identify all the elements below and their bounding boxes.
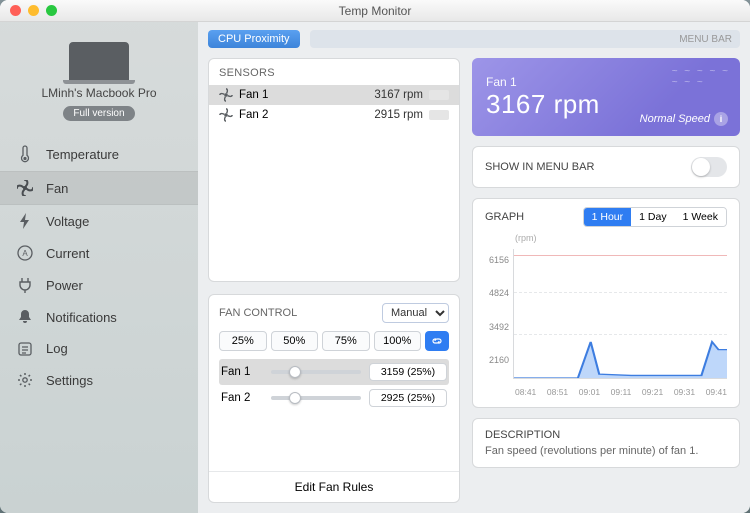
sidebar-item-label: Notifications	[46, 310, 117, 325]
sensor-value: 2915 rpm	[353, 109, 423, 121]
sensor-name: Fan 2	[239, 109, 347, 121]
graph-line	[514, 249, 727, 378]
show-in-menubar-row: SHOW IN MENU BAR	[472, 146, 740, 188]
menubar-strip-label[interactable]: MENU BAR	[679, 34, 732, 45]
sidebar-item-label: Temperature	[46, 147, 119, 162]
fan-mode-select[interactable]: Manual	[382, 303, 449, 323]
plug-icon	[16, 277, 34, 293]
fan-row-name: Fan 2	[221, 392, 263, 404]
sensor-value: 3167 rpm	[353, 89, 423, 101]
bell-icon	[16, 309, 34, 325]
log-icon	[16, 342, 34, 356]
sidebar-item-current[interactable]: A Current	[0, 237, 198, 269]
range-tabs: 1 Hour 1 Day 1 Week	[583, 207, 727, 227]
description-text: Fan speed (revolutions per minute) of fa…	[485, 445, 727, 457]
svg-text:A: A	[22, 249, 28, 258]
x-axis: 08:41 08:51 09:01 09:11 09:21 09:31 09:4…	[485, 385, 727, 397]
sidebar-item-label: Fan	[46, 181, 68, 196]
device-name: LMinh's Macbook Pro	[41, 86, 156, 100]
preset-button[interactable]: 100%	[374, 331, 422, 351]
fan-control-panel: FAN CONTROL Manual 25% 50% 75% 100%	[208, 294, 460, 503]
sensor-bar	[429, 90, 449, 100]
titlebar: Temp Monitor	[0, 0, 750, 22]
sidebar-item-fan[interactable]: Fan	[0, 171, 198, 205]
gear-icon	[16, 372, 34, 388]
sidebar-item-power[interactable]: Power	[0, 269, 198, 301]
preset-button[interactable]: 25%	[219, 331, 267, 351]
bolt-icon	[16, 213, 34, 229]
description-panel: DESCRIPTION Fan speed (revolutions per m…	[472, 418, 740, 468]
sensor-name: Fan 1	[239, 89, 347, 101]
fan-row-name: Fan 1	[221, 366, 263, 378]
device-block: LMinh's Macbook Pro Full version	[0, 42, 198, 137]
preset-row: 25% 50% 75% 100%	[219, 331, 449, 351]
amp-icon: A	[16, 245, 34, 261]
version-badge: Full version	[63, 106, 134, 121]
range-tab[interactable]: 1 Day	[631, 208, 674, 226]
fan-slider[interactable]	[271, 396, 361, 400]
info-icon[interactable]: i	[714, 112, 728, 126]
edit-fan-rules-button[interactable]: Edit Fan Rules	[209, 471, 459, 502]
graph-heading: GRAPH	[485, 211, 524, 223]
range-tab[interactable]: 1 Week	[675, 208, 726, 226]
preset-button[interactable]: 50%	[271, 331, 319, 351]
graph-panel: GRAPH 1 Hour 1 Day 1 Week (rpm) 6156	[472, 198, 740, 408]
fan-icon	[219, 88, 233, 102]
sidebar-item-label: Voltage	[46, 214, 89, 229]
menubar-strip: MENU BAR	[310, 30, 740, 48]
graph-plot: 6156 4824 3492 2160	[485, 249, 727, 379]
hero-status: Normal Speed i	[640, 112, 728, 126]
fan-icon	[16, 180, 34, 196]
thermometer-icon	[16, 145, 34, 163]
minimize-icon[interactable]	[28, 5, 39, 16]
laptop-icon	[69, 42, 129, 80]
show-in-menubar-label: SHOW IN MENU BAR	[485, 161, 594, 173]
sensor-chip[interactable]: CPU Proximity	[208, 30, 300, 48]
window-title: Temp Monitor	[0, 4, 750, 18]
fan-row-value[interactable]: 3159 (25%)	[369, 363, 447, 381]
sidebar-item-temperature[interactable]: Temperature	[0, 137, 198, 171]
fan-control-row[interactable]: Fan 1 3159 (25%)	[219, 359, 449, 385]
fan-slider[interactable]	[271, 370, 361, 374]
preset-button[interactable]: 75%	[322, 331, 370, 351]
sidebar-item-label: Settings	[46, 373, 93, 388]
fan-control-heading: FAN CONTROL	[219, 307, 297, 319]
link-fans-button[interactable]	[425, 331, 449, 351]
sidebar-item-label: Log	[46, 341, 68, 356]
fan-row-value[interactable]: 2925 (25%)	[369, 389, 447, 407]
fan-icon	[219, 108, 233, 122]
sidebar-item-notifications[interactable]: Notifications	[0, 301, 198, 333]
sidebar-item-label: Current	[46, 246, 89, 261]
hero-label: Fan 1	[486, 75, 726, 89]
sensors-panel: SENSORS Fan 1 3167 rpm Fan 2	[208, 58, 460, 282]
range-tab[interactable]: 1 Hour	[584, 208, 632, 226]
sensor-list: Fan 1 3167 rpm Fan 2 2915 rpm	[209, 85, 459, 131]
sensor-row[interactable]: Fan 2 2915 rpm	[209, 105, 459, 125]
sensors-heading: SENSORS	[209, 59, 459, 85]
y-axis: 6156 4824 3492 2160	[485, 249, 513, 379]
sidebar-item-log[interactable]: Log	[0, 333, 198, 364]
top-bar: CPU Proximity MENU BAR	[208, 30, 740, 48]
sidebar-item-voltage[interactable]: Voltage	[0, 205, 198, 237]
fan-control-row[interactable]: Fan 2 2925 (25%)	[219, 385, 449, 411]
sensor-row[interactable]: Fan 1 3167 rpm	[209, 85, 459, 105]
sensor-bar	[429, 110, 449, 120]
close-icon[interactable]	[10, 5, 21, 16]
sidebar-item-label: Power	[46, 278, 83, 293]
main-content: CPU Proximity MENU BAR SENSORS Fan 1 316…	[198, 22, 750, 513]
sidebar-item-settings[interactable]: Settings	[0, 364, 198, 396]
description-heading: DESCRIPTION	[485, 429, 727, 441]
fan-hero: ~ ~ ~ ~ ~~ ~ ~ Fan 1 3167 rpm Normal Spe…	[472, 58, 740, 136]
zoom-icon[interactable]	[46, 5, 57, 16]
menubar-toggle[interactable]	[691, 157, 727, 177]
traffic-lights	[10, 5, 57, 16]
graph-unit: (rpm)	[485, 233, 727, 243]
sidebar: LMinh's Macbook Pro Full version Tempera…	[0, 22, 198, 513]
app-window: Temp Monitor LMinh's Macbook Pro Full ve…	[0, 0, 750, 513]
